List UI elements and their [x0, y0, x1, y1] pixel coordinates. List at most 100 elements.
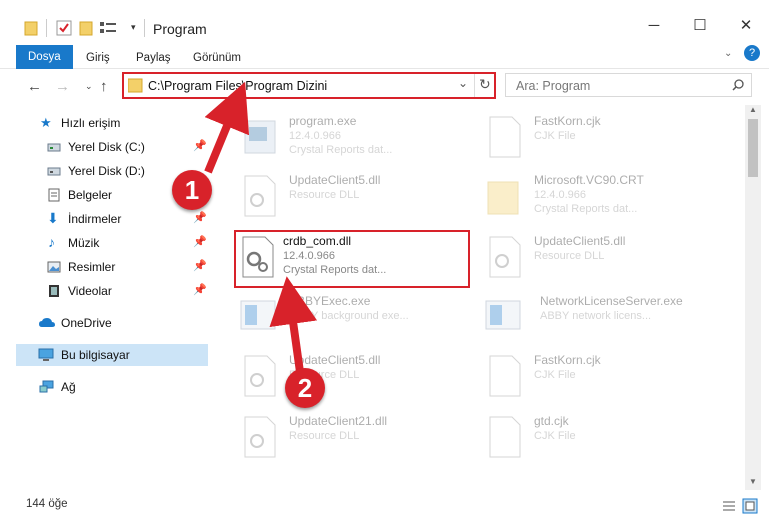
- address-dropdown-icon[interactable]: ⌄: [458, 76, 468, 90]
- scroll-up-icon[interactable]: ▲: [749, 105, 757, 114]
- file-name: UpdateClient5.dll: [534, 234, 626, 248]
- folder-icon: [128, 78, 143, 93]
- sidebar-item-disk-c[interactable]: Yerel Disk (C:) 📌: [0, 136, 208, 158]
- exe-file-icon: [244, 120, 276, 154]
- divider: [144, 19, 145, 37]
- customize-toolbar-icon[interactable]: ▾: [131, 22, 136, 33]
- file-item-gtd-cjk[interactable]: gtd.cjk CJK File: [482, 408, 722, 468]
- file-item-updateclient5-dll[interactable]: UpdateClient5.dll Resource DLL: [237, 347, 477, 407]
- sidebar-item-label: Müzik: [68, 236, 100, 250]
- file-name: UpdateClient5.dll: [289, 173, 381, 187]
- sidebar-item-quick-access[interactable]: ★ Hızlı erişim: [0, 112, 208, 134]
- refresh-icon[interactable]: ↻: [479, 76, 491, 93]
- highlight-box: [234, 230, 470, 288]
- forward-arrow-icon[interactable]: →: [55, 78, 70, 95]
- title-bar: ▾ Program ─ ☐ ✕: [0, 0, 769, 42]
- tab-view[interactable]: Görünüm: [193, 47, 241, 69]
- step-badge-1: 1: [172, 170, 212, 210]
- navigation-pane: ★ Hızlı erişim Yerel Disk (C:) 📌 Yerel D…: [0, 105, 212, 490]
- file-description: ABBY background exe...: [289, 310, 409, 322]
- music-icon: ♪: [48, 234, 55, 250]
- scrollbar-thumb[interactable]: [748, 119, 758, 177]
- file-item-updateclient5-dll[interactable]: UpdateClient5.dll Resource DLL: [237, 167, 477, 227]
- pin-icon[interactable]: 📌: [193, 283, 207, 296]
- pin-icon[interactable]: 📌: [193, 259, 207, 272]
- back-arrow-icon[interactable]: ←: [27, 78, 42, 95]
- file-item-abbyexec-exe[interactable]: ABBYExec.exe ABBY background exe...: [237, 288, 477, 348]
- file-type: Resource DLL: [289, 189, 360, 201]
- large-icons-view-icon[interactable]: [742, 498, 758, 514]
- file-item-fastkorn-cjk[interactable]: FastKorn.cjk CJK File: [482, 347, 722, 407]
- file-item-program-exe[interactable]: program.exe 12.4.0.966 Crystal Reports d…: [237, 108, 477, 168]
- file-type: CJK File: [534, 369, 576, 381]
- sidebar-item-downloads[interactable]: ⬇ İndirmeler 📌: [0, 208, 208, 230]
- view-options-icon[interactable]: [99, 20, 117, 36]
- document-icon: [489, 116, 521, 158]
- file-description: Crystal Reports dat...: [534, 203, 638, 215]
- scroll-down-icon[interactable]: ▼: [749, 477, 757, 486]
- file-item-updateclient5-dll[interactable]: UpdateClient5.dll Resource DLL: [482, 228, 722, 288]
- tab-share[interactable]: Paylaş: [136, 47, 171, 69]
- sidebar-item-onedrive[interactable]: OneDrive: [0, 312, 208, 334]
- file-name: ABBYExec.exe: [289, 294, 371, 308]
- sidebar-item-music[interactable]: ♪ Müzik 📌: [0, 232, 208, 254]
- recent-locations-icon[interactable]: ⌄: [85, 81, 93, 92]
- status-bar: 144 öğe: [0, 490, 769, 526]
- file-name: program.exe: [289, 114, 357, 128]
- up-arrow-icon[interactable]: ↑: [100, 78, 108, 95]
- pin-icon[interactable]: 📌: [193, 235, 207, 248]
- sidebar-item-network[interactable]: Ağ: [0, 376, 208, 398]
- document-icon: [489, 355, 521, 397]
- file-type: CJK File: [534, 130, 576, 142]
- vertical-scrollbar[interactable]: ▲ ▼: [745, 105, 761, 490]
- pictures-icon: [47, 261, 61, 273]
- step-badge-2: 2: [285, 368, 325, 408]
- dll-file-icon: [244, 175, 276, 217]
- file-name: gtd.cjk: [534, 414, 569, 428]
- star-icon: ★: [40, 115, 52, 130]
- sidebar-item-this-pc[interactable]: Bu bilgisayar: [16, 344, 208, 366]
- minimize-button[interactable]: ─: [631, 11, 677, 41]
- file-type: Resource DLL: [289, 430, 360, 442]
- maximize-button[interactable]: ☐: [677, 11, 723, 41]
- sidebar-item-label: Resimler: [68, 260, 116, 274]
- address-path[interactable]: C:\Program Files\Program Dizini: [148, 79, 327, 93]
- close-button[interactable]: ✕: [723, 11, 769, 41]
- file-item-networklicenseserver-exe[interactable]: NetworkLicenseServer.exe ABBY network li…: [482, 288, 722, 348]
- video-icon: [49, 285, 59, 297]
- file-item-fastkorn-cjk[interactable]: FastKorn.cjk CJK File: [482, 108, 722, 168]
- expand-ribbon-icon[interactable]: ⌄: [724, 48, 732, 59]
- properties-icon[interactable]: [56, 20, 72, 36]
- sidebar-item-label: İndirmeler: [68, 212, 122, 226]
- sidebar-item-label: Yerel Disk (D:): [68, 164, 145, 178]
- file-name: Microsoft.VC90.CRT: [534, 173, 644, 187]
- search-box[interactable]: Ara: Program: [505, 73, 752, 97]
- sidebar-item-label: Hızlı erişim: [61, 116, 121, 130]
- search-placeholder[interactable]: Ara: Program: [516, 79, 590, 93]
- tab-home[interactable]: Giriş: [86, 47, 110, 69]
- file-item-updateclient21-dll[interactable]: UpdateClient21.dll Resource DLL: [237, 408, 477, 468]
- file-name: FastKorn.cjk: [534, 114, 601, 128]
- help-icon[interactable]: ?: [744, 45, 760, 61]
- file-item-microsoft-vc90-crt[interactable]: Microsoft.VC90.CRT 12.4.0.966 Crystal Re…: [482, 167, 722, 227]
- pin-icon[interactable]: 📌: [193, 211, 207, 224]
- exe-file-icon: [485, 300, 521, 330]
- details-view-icon[interactable]: [722, 500, 736, 512]
- file-description: Crystal Reports dat...: [289, 144, 393, 156]
- search-icon[interactable]: [732, 79, 744, 91]
- file-name: UpdateClient21.dll: [289, 414, 388, 428]
- file-name: NetworkLicenseServer.exe: [540, 294, 683, 308]
- sidebar-item-videos[interactable]: Videolar 📌: [0, 280, 208, 302]
- window-title: Program: [153, 21, 207, 37]
- file-name: FastKorn.cjk: [534, 353, 601, 367]
- address-bar[interactable]: C:\Program Files\Program Dizini ⌄ ↻: [122, 72, 496, 99]
- tab-file[interactable]: Dosya: [16, 45, 73, 69]
- new-folder-icon[interactable]: [79, 20, 93, 36]
- item-count: 144 öğe: [26, 498, 68, 510]
- pin-icon[interactable]: 📌: [193, 139, 207, 152]
- folder-icon: [487, 181, 519, 215]
- file-list: program.exe 12.4.0.966 Crystal Reports d…: [232, 105, 742, 490]
- divider: [474, 74, 475, 97]
- sidebar-item-pictures[interactable]: Resimler 📌: [0, 256, 208, 278]
- file-description: ABBY network licens...: [540, 310, 652, 322]
